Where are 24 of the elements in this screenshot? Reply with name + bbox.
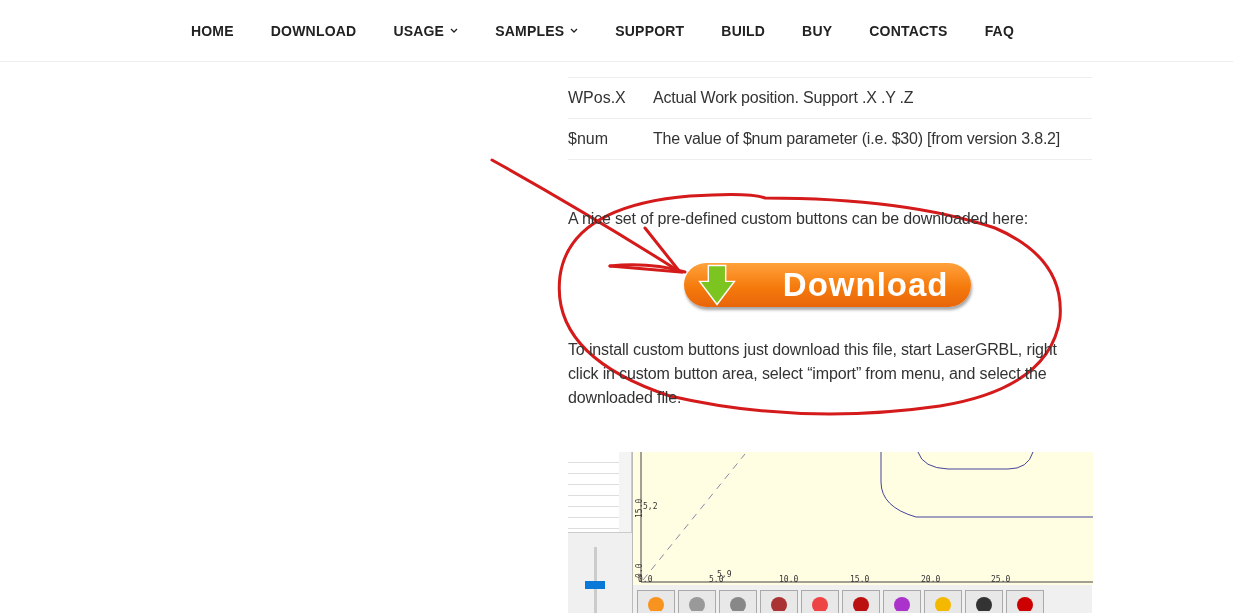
tool-button[interactable] xyxy=(1006,590,1044,613)
nav-link[interactable]: CONTACTS xyxy=(869,22,948,39)
axis-label: 20.0 xyxy=(921,575,941,584)
axis-label: 15.0 xyxy=(850,575,870,584)
nav-link[interactable]: SUPPORT xyxy=(615,22,685,39)
nav-link[interactable]: FAQ xyxy=(984,22,1014,39)
nav-link[interactable]: DOWNLOAD xyxy=(270,22,357,39)
nav-link[interactable]: BUY xyxy=(802,22,833,39)
table-cell-text: $num xyxy=(568,130,610,148)
nav-link[interactable]: HOME xyxy=(190,22,234,39)
axis-label: 25.0 xyxy=(991,575,1011,584)
tool-button[interactable] xyxy=(842,590,880,613)
nav-link[interactable]: USAGE xyxy=(393,22,459,39)
table-cell: The value of $num parameter (i.e. $30) [from version 3.8.2] xyxy=(653,130,1061,148)
down-arrow-icon xyxy=(697,264,736,306)
nav-link[interactable]: SAMPLES xyxy=(495,22,579,39)
tool-button[interactable] xyxy=(965,590,1003,613)
axis-label: 15.0 xyxy=(635,498,644,518)
nav-link[interactable]: BUILD xyxy=(721,22,766,39)
table-cell-text: WPos.X xyxy=(568,89,627,107)
point-label: 5,2 xyxy=(643,502,658,511)
axis-label: 10.0 xyxy=(779,575,799,584)
table-cell: Actual Work position. Support .X .Y .Z xyxy=(653,89,914,107)
tool-button[interactable] xyxy=(760,590,798,613)
